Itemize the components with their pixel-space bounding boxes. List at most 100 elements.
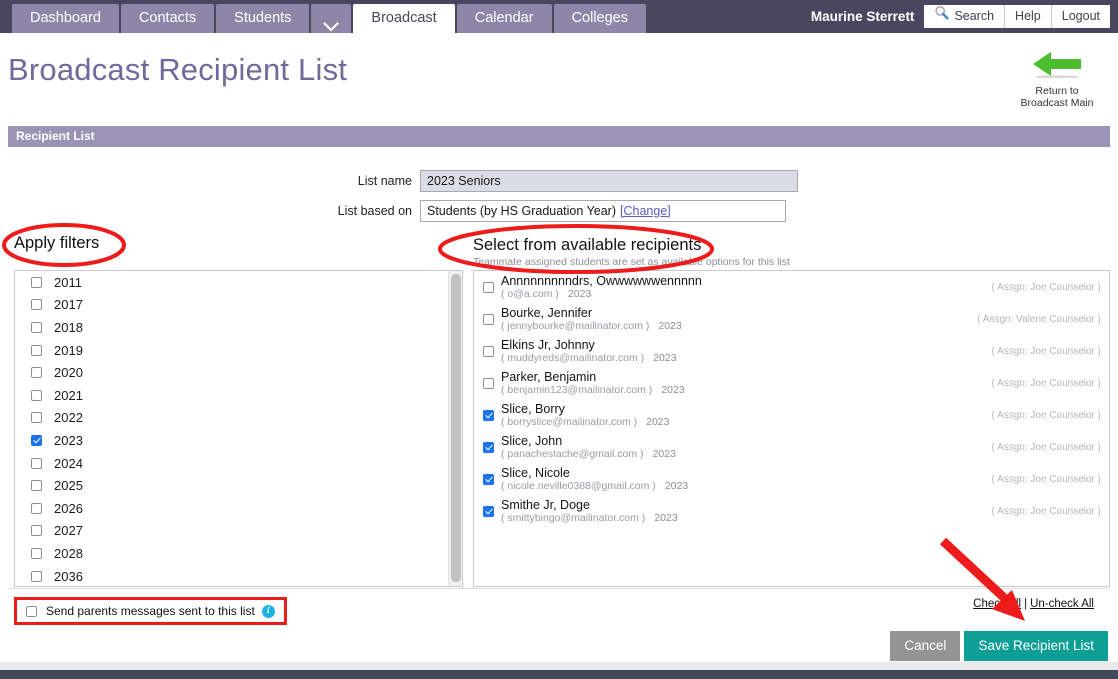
year-filter-checkbox[interactable] — [31, 502, 42, 514]
recipient-row[interactable]: Parker, Benjamin( benjamin123@mailinator… — [474, 367, 1109, 399]
year-filter-checkbox[interactable] — [31, 457, 42, 469]
recipient-info: Slice, John( panachestache@gmail.com ) 20… — [501, 434, 982, 461]
recipient-checkbox[interactable] — [483, 473, 494, 485]
nav-tab-dashboard[interactable]: Dashboard — [12, 4, 119, 33]
year-filter-label: 2027 — [54, 523, 83, 539]
year-filter-row[interactable]: 2022 — [15, 407, 448, 430]
return-label-line2: Broadcast Main — [1020, 97, 1094, 109]
save-recipient-list-button[interactable]: Save Recipient List — [964, 631, 1108, 661]
left-arrow-icon — [1029, 52, 1085, 82]
recipient-grad-year: 2023 — [653, 351, 677, 364]
nav-tab-calendar[interactable]: Calendar — [456, 4, 552, 33]
year-filter-checkbox[interactable] — [31, 344, 42, 356]
year-filter-row[interactable]: 2028 — [15, 542, 448, 565]
year-filter-row[interactable]: 2020 — [15, 361, 448, 384]
year-filter-label: 2018 — [54, 319, 83, 335]
recipient-row[interactable]: Slice, Nicole( nicole.neville0388@gmail.… — [474, 463, 1109, 495]
recipient-name: Elkins Jr, Johnny — [501, 337, 595, 352]
recipient-checkbox[interactable] — [483, 505, 494, 517]
recipient-name: Slice, Borry — [501, 401, 565, 416]
nav-tab-students[interactable]: Students — [216, 4, 310, 33]
recipient-list: Annnnnnnnndrs, Owwwwwwennnnn( o@a.com ) 2… — [474, 271, 1109, 586]
cancel-button[interactable]: Cancel — [890, 631, 961, 661]
uncheck-all-link[interactable]: Un-check All — [1030, 598, 1094, 610]
recipient-checkbox[interactable] — [483, 313, 494, 325]
year-filter-row[interactable]: 2011 — [15, 271, 448, 294]
year-filter-row[interactable]: 2019 — [15, 339, 448, 362]
year-filter-row[interactable]: 2024 — [15, 452, 448, 475]
year-filter-checkbox[interactable] — [31, 570, 42, 582]
info-icon[interactable]: i — [261, 604, 275, 618]
year-filter-checkbox[interactable] — [31, 525, 42, 537]
change-link[interactable]: [Change] — [620, 201, 671, 221]
recipient-checkbox[interactable] — [483, 441, 494, 453]
recipient-checkbox[interactable] — [483, 409, 494, 421]
recipient-row[interactable]: Annnnnnnnndrs, Owwwwwwennnnn( o@a.com ) 2… — [474, 271, 1109, 303]
recipient-name: Slice, John — [501, 433, 563, 448]
footer-background — [0, 662, 1118, 670]
year-filter-checkbox[interactable] — [31, 367, 42, 379]
recipient-name: Smithe Jr, Doge — [501, 497, 590, 512]
nav-tab-contacts[interactable]: Contacts — [120, 4, 215, 33]
current-user-name: Maurine Sterrett — [810, 9, 915, 24]
recipient-checkbox[interactable] — [483, 377, 494, 389]
year-filter-row[interactable]: 2027 — [15, 520, 448, 543]
recipient-row[interactable]: Slice, John( panachestache@gmail.com ) 20… — [474, 431, 1109, 463]
search-button-label: Search — [954, 9, 995, 23]
year-filter-checkbox[interactable] — [31, 389, 42, 401]
recipient-row[interactable]: Slice, Borry( borryslice@mailinator.com … — [474, 399, 1109, 431]
send-parents-option[interactable]: Send parents messages sent to this list … — [14, 597, 287, 625]
year-filter-scroll-thumb[interactable] — [451, 274, 461, 582]
list-name-input[interactable]: 2023 Seniors — [420, 170, 798, 192]
check-all-link[interactable]: Check All — [973, 598, 1021, 610]
recipient-assignment: ( Assgn: Joe Counselor ) — [991, 473, 1102, 485]
recipient-contact-line: ( nicole.neville0388@gmail.com ) 2023 — [501, 480, 982, 493]
year-filter-row[interactable]: 2017 — [15, 294, 448, 317]
year-filter-checkbox[interactable] — [31, 434, 42, 446]
check-all-separator: | — [1024, 598, 1028, 610]
year-filter-row[interactable]: 2018 — [15, 316, 448, 339]
year-filter-checkbox[interactable] — [31, 321, 42, 333]
recipient-checkbox[interactable] — [483, 345, 494, 357]
year-filter-checkbox[interactable] — [31, 412, 42, 424]
help-button[interactable]: Help — [1005, 5, 1052, 28]
send-parents-checkbox[interactable] — [26, 605, 37, 617]
logout-button[interactable]: Logout — [1051, 5, 1110, 28]
recipient-info: Annnnnnnnndrs, Owwwwwwennnnn( o@a.com ) 2… — [501, 274, 982, 301]
year-filter-row[interactable]: 2023 — [15, 429, 448, 452]
year-filter-row[interactable]: 2025 — [15, 474, 448, 497]
year-filter-checkbox[interactable] — [31, 547, 42, 559]
recipient-row[interactable]: Bourke, Jennifer( jennybourke@mailinator… — [474, 303, 1109, 335]
bottom-divider — [8, 588, 1110, 589]
year-filter-row[interactable]: 2021 — [15, 384, 448, 407]
year-filter-scrollbar[interactable] — [448, 271, 462, 586]
nav-tab-broadcast[interactable]: Broadcast — [353, 4, 455, 33]
recipient-contact-line: ( muddyreds@mailinator.com ) 2023 — [501, 352, 982, 365]
year-filter-label: 2021 — [54, 387, 83, 403]
year-filter-row[interactable]: 2036 — [15, 565, 448, 586]
year-filter-checkbox[interactable] — [31, 299, 42, 311]
search-button[interactable]: Search — [924, 5, 1006, 28]
recipient-contact-line: ( panachestache@gmail.com ) 2023 — [501, 448, 982, 461]
year-filter-checkbox[interactable] — [31, 276, 42, 288]
year-filter-list: 2011 2017 2018 2019 2020 2021 2022 2023 2024 2025… — [15, 271, 448, 586]
chevron-down-icon — [323, 14, 340, 32]
nav-dropdown-toggle[interactable] — [311, 4, 352, 33]
return-to-broadcast-main-link[interactable]: Return to Broadcast Main — [1002, 48, 1112, 109]
recipient-email: ( jennybourke@mailinator.com ) — [501, 319, 650, 332]
recipient-grad-year: 2023 — [658, 319, 682, 332]
send-parents-label: Send parents messages sent to this list — [46, 604, 255, 618]
recipient-email: ( benjamin123@mailinator.com ) — [501, 383, 653, 396]
nav-tab-colleges[interactable]: Colleges — [553, 4, 646, 33]
year-filter-label: 2011 — [54, 274, 82, 290]
recipient-assignment: ( Assgn: Joe Counselor ) — [991, 505, 1102, 517]
year-filter-checkbox[interactable] — [31, 480, 42, 492]
recipient-row[interactable]: Smithe Jr, Doge( smittybingo@mailinator.… — [474, 495, 1109, 527]
list-based-on-label: List based on — [337, 204, 412, 218]
top-navigation-bar: Dashboard Contacts Students Broadcast Ca… — [0, 0, 1118, 33]
recipient-checkbox[interactable] — [483, 281, 494, 293]
recipient-checkbox-wrap — [483, 313, 501, 325]
year-filter-row[interactable]: 2026 — [15, 497, 448, 520]
recipient-row[interactable]: Elkins Jr, Johnny( muddyreds@mailinator.… — [474, 335, 1109, 367]
recipient-checkbox-wrap — [483, 505, 501, 517]
